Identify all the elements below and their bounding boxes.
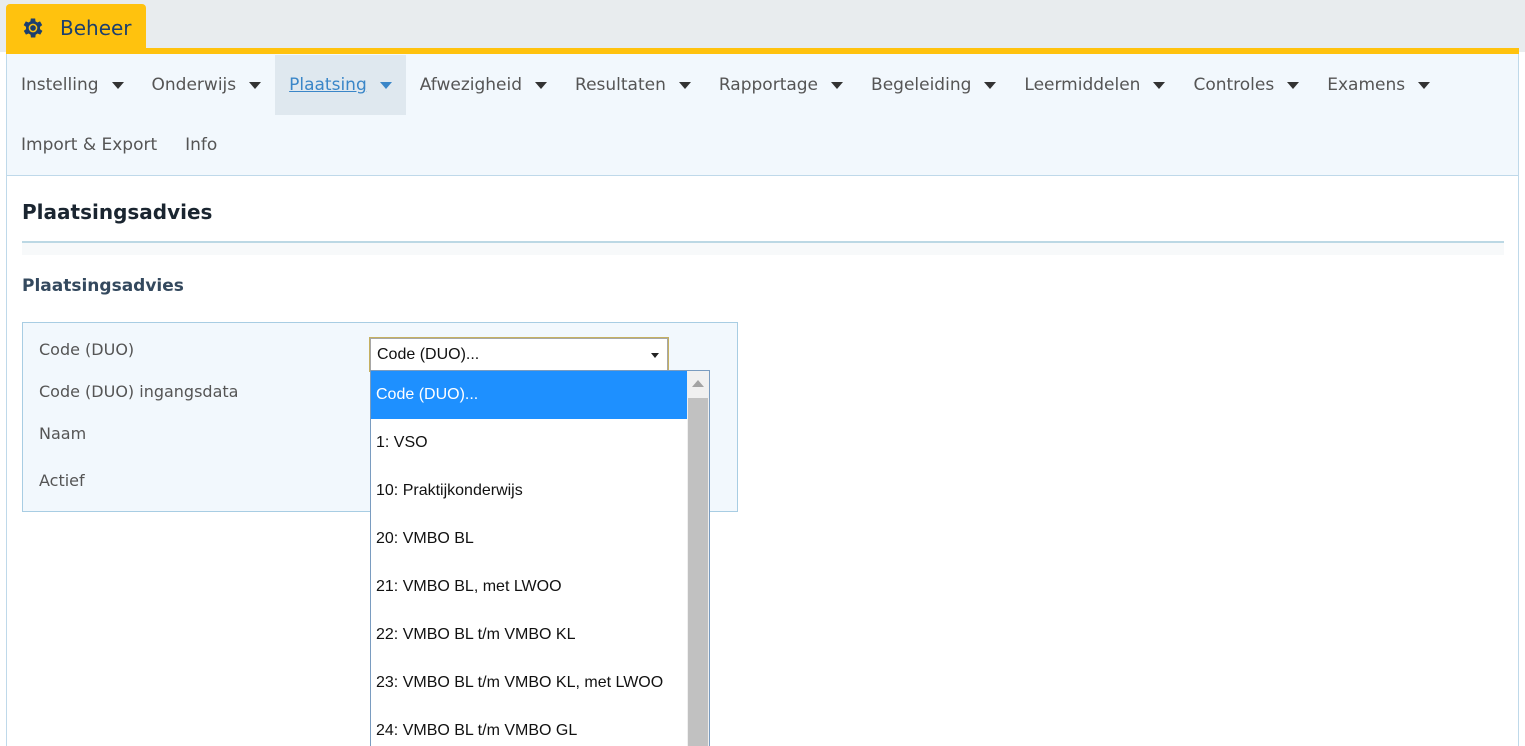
title-band	[22, 243, 1504, 255]
menu-item-label: Afwezigheid	[419, 75, 523, 95]
menu-item-leermiddelen[interactable]: Leermiddelen	[1010, 55, 1179, 115]
menu-item-instelling[interactable]: Instelling	[7, 55, 138, 115]
caret-down-icon	[1418, 81, 1431, 89]
dropdown-option[interactable]: 24: VMBO BL t/m VMBO GL	[371, 707, 688, 746]
menu-item-info[interactable]: Info	[171, 115, 231, 175]
menu-item-rapportage[interactable]: Rapportage	[705, 55, 857, 115]
gear-icon	[23, 18, 43, 38]
code-duo-label: Code (DUO)	[39, 340, 135, 359]
code-duo-select-value: Code (DUO)...	[377, 345, 480, 363]
dropdown-scrollbar[interactable]	[687, 371, 709, 746]
caret-down-icon	[249, 81, 262, 89]
code-duo-select[interactable]: Code (DUO)...	[369, 337, 669, 372]
main-menu: Instelling Onderwijs Plaatsing Afwezighe…	[6, 54, 1519, 176]
menu-item-onderwijs[interactable]: Onderwijs	[138, 55, 276, 115]
menu-item-label: Import & Export	[21, 135, 158, 155]
menu-item-label: Rapportage	[718, 75, 819, 95]
caret-down-icon	[535, 81, 548, 89]
dropdown-option[interactable]: 20: VMBO BL	[371, 515, 688, 563]
menu-item-label: Instelling	[21, 75, 99, 95]
menu-item-label: Resultaten	[575, 75, 666, 95]
naam-label: Naam	[39, 424, 87, 443]
caret-down-icon	[831, 81, 844, 89]
menu-item-label: Leermiddelen	[1024, 75, 1141, 95]
menu-item-begeleiding[interactable]: Begeleiding	[857, 55, 1010, 115]
caret-down-icon	[379, 81, 392, 89]
menu-item-label: Plaatsing	[289, 75, 367, 95]
page-title: Plaatsingsadvies	[22, 200, 213, 224]
select-arrow-icon	[651, 353, 659, 358]
scroll-up-arrow-icon	[692, 380, 704, 387]
menu-item-import-export[interactable]: Import & Export	[7, 115, 171, 175]
main-content: Plaatsingsadvies Plaatsingsadvies Code (…	[6, 176, 1519, 746]
menu-row-2: Import & Export Info	[7, 115, 231, 175]
code-duo-ingangsdata-label: Code (DUO) ingangsdata	[39, 382, 239, 401]
menu-item-label: Controles	[1193, 75, 1275, 95]
dropdown-option[interactable]: Code (DUO)...	[371, 371, 688, 419]
menu-item-label: Examens	[1327, 75, 1406, 95]
menu-item-plaatsing[interactable]: Plaatsing	[275, 55, 406, 115]
menu-item-examens[interactable]: Examens	[1313, 55, 1444, 115]
dropdown-option[interactable]: 21: VMBO BL, met LWOO	[371, 563, 688, 611]
menu-item-controles[interactable]: Controles	[1179, 55, 1313, 115]
dropdown-option[interactable]: 22: VMBO BL t/m VMBO KL	[371, 611, 688, 659]
scroll-up-button[interactable]	[687, 371, 709, 397]
menu-item-label: Onderwijs	[151, 75, 237, 95]
scrollbar-thumb[interactable]	[688, 398, 708, 746]
caret-down-icon	[1287, 81, 1300, 89]
code-duo-dropdown-list: Code (DUO)... 1: VSO 10: Praktijkonderwi…	[370, 370, 710, 746]
section-title: Plaatsingsadvies	[22, 276, 184, 296]
menu-item-label: Info	[185, 135, 218, 155]
menu-item-label: Begeleiding	[871, 75, 972, 95]
dropdown-option[interactable]: 10: Praktijkonderwijs	[371, 467, 688, 515]
caret-down-icon	[1153, 81, 1166, 89]
beheer-tab[interactable]: Beheer	[6, 4, 146, 52]
menu-row-1: Instelling Onderwijs Plaatsing Afwezighe…	[7, 55, 1444, 115]
dropdown-option[interactable]: 1: VSO	[371, 419, 688, 467]
caret-down-icon	[111, 81, 124, 89]
dropdown-option[interactable]: 23: VMBO BL t/m VMBO KL, met LWOO	[371, 659, 688, 707]
beheer-tab-label: Beheer	[60, 16, 132, 40]
top-bar: Beheer	[0, 0, 1525, 52]
actief-label: Actief	[39, 471, 85, 490]
caret-down-icon	[678, 81, 691, 89]
menu-item-afwezigheid[interactable]: Afwezigheid	[406, 55, 561, 115]
caret-down-icon	[984, 81, 997, 89]
menu-item-resultaten[interactable]: Resultaten	[561, 55, 705, 115]
